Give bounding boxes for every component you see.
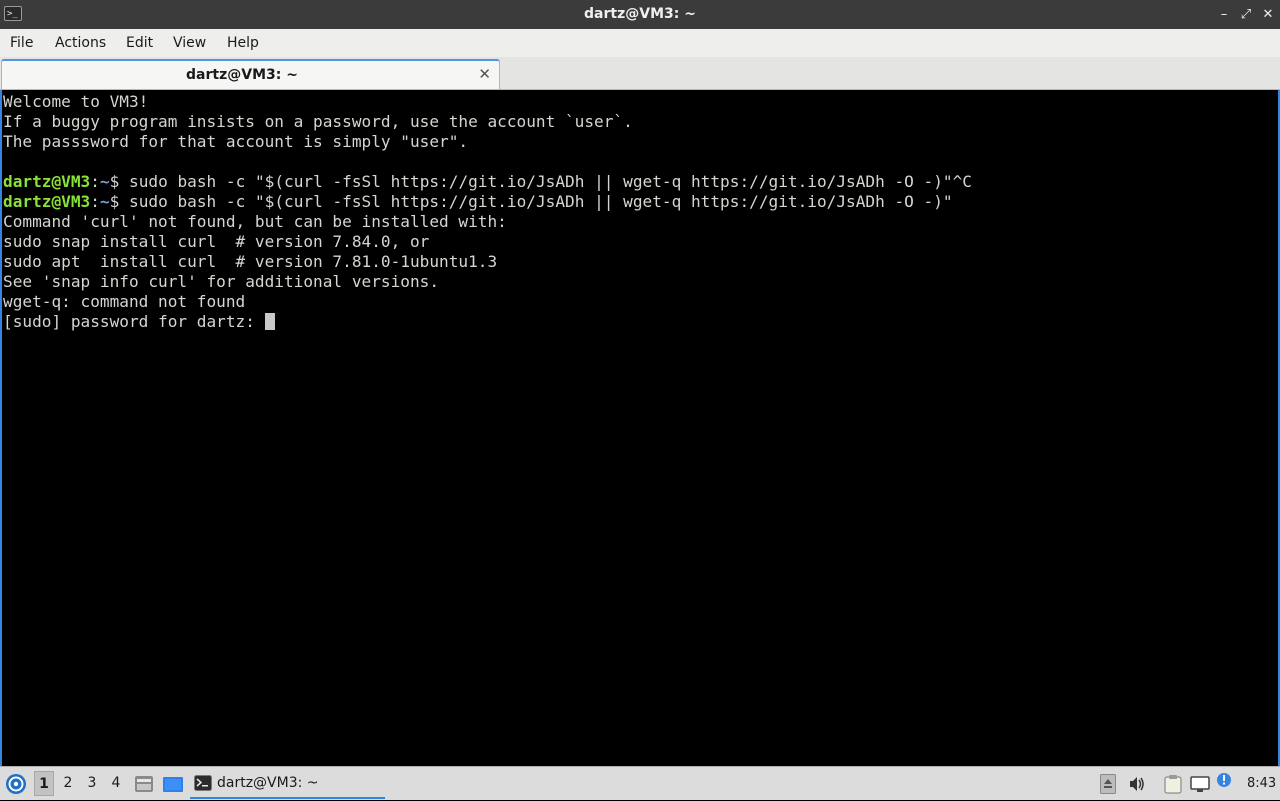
tab-terminal[interactable]: dartz@VM3: ~ ✕ xyxy=(1,59,500,89)
command-text: sudo bash -c "$(curl -fsSl https://git.i… xyxy=(129,172,972,191)
tab-bar: dartz@VM3: ~ ✕ xyxy=(0,57,1280,90)
clipboard-icon[interactable] xyxy=(1163,774,1183,794)
workspace-4[interactable]: 4 xyxy=(106,771,126,796)
taskbar: 1 2 3 4 dartz@VM3: ~ 8:43 xyxy=(0,766,1280,800)
prompt-path: ~ xyxy=(99,172,110,191)
terminal-line: dartz@VM3:~$ sudo bash -c "$(curl -fsSl … xyxy=(3,172,1278,192)
close-window-button[interactable]: ✕ xyxy=(1258,0,1278,29)
menu-edit[interactable]: Edit xyxy=(126,29,153,57)
prompt-sigil: $ xyxy=(109,172,130,191)
terminal-output[interactable]: Welcome to VM3! If a buggy program insist… xyxy=(0,90,1280,766)
prompt-user: dartz@VM3 xyxy=(3,192,91,211)
menu-bar: File Actions Edit View Help xyxy=(0,29,1280,57)
output-text: sudo apt install curl # version 7.81.0-1… xyxy=(3,252,498,271)
minimize-button[interactable]: – xyxy=(1214,0,1234,29)
menu-file[interactable]: File xyxy=(10,29,33,57)
menu-actions[interactable]: Actions xyxy=(55,29,106,57)
tab-label: dartz@VM3: ~ xyxy=(186,67,298,83)
terminal-line: Command 'curl' not found, but can be ins… xyxy=(3,212,1278,232)
menu-view[interactable]: View xyxy=(173,29,206,57)
terminal-line: dartz@VM3:~$ sudo bash -c "$(curl -fsSl … xyxy=(3,192,1278,212)
update-notifier-icon[interactable] xyxy=(1216,772,1232,788)
task-terminal[interactable]: dartz@VM3: ~ xyxy=(190,769,385,799)
output-text: Welcome to VM3! xyxy=(3,92,149,111)
workspace-2[interactable]: 2 xyxy=(58,771,78,796)
window-title: dartz@VM3: ~ xyxy=(584,6,696,22)
terminal-line: sudo snap install curl # version 7.84.0,… xyxy=(3,232,1278,252)
terminal-line: See 'snap info curl' for additional vers… xyxy=(3,272,1278,292)
maximize-button[interactable]: ⤢ xyxy=(1236,0,1256,29)
terminal-line: sudo apt install curl # version 7.81.0-1… xyxy=(3,252,1278,272)
network-icon[interactable] xyxy=(1190,774,1210,794)
terminal-line: If a buggy program insists on a password… xyxy=(3,112,1278,132)
command-text: sudo bash -c "$(curl -fsSl https://git.i… xyxy=(129,192,953,211)
volume-icon[interactable] xyxy=(1128,774,1146,794)
prompt-path: ~ xyxy=(99,192,110,211)
menu-help[interactable]: Help xyxy=(227,29,259,57)
output-text: The passsword for that account is simply… xyxy=(3,132,469,151)
text-cursor xyxy=(264,313,275,330)
file-manager-icon[interactable] xyxy=(134,775,154,793)
clock[interactable]: 8:43 xyxy=(1247,767,1276,801)
tab-close-icon[interactable]: ✕ xyxy=(478,61,491,87)
prompt-sigil: $ xyxy=(109,192,130,211)
output-text: See 'snap info curl' for additional vers… xyxy=(3,272,440,291)
workspace-3[interactable]: 3 xyxy=(82,771,102,796)
prompt-separator: : xyxy=(90,192,100,211)
lubuntu-start-icon[interactable] xyxy=(5,773,27,795)
output-text: Command 'curl' not found, but can be ins… xyxy=(3,212,507,231)
output-text: [sudo] password for dartz: xyxy=(3,312,265,331)
prompt-separator: : xyxy=(90,172,100,191)
terminal-line: The passsword for that account is simply… xyxy=(3,132,1278,152)
output-text: sudo snap install curl # version 7.84.0,… xyxy=(3,232,430,251)
terminal-line: wget-q: command not found xyxy=(3,292,1278,312)
output-text: If a buggy program insists on a password… xyxy=(3,112,633,131)
window-titlebar: >_ dartz@VM3: ~ – ⤢ ✕ xyxy=(0,0,1280,29)
terminal-line: Welcome to VM3! xyxy=(3,92,1278,112)
output-text: wget-q: command not found xyxy=(3,292,246,311)
prompt-user: dartz@VM3 xyxy=(3,172,91,191)
workspace-1[interactable]: 1 xyxy=(34,771,54,796)
terminal-line: [sudo] password for dartz: xyxy=(3,312,1278,332)
task-terminal-label: dartz@VM3: ~ xyxy=(217,775,319,791)
eject-icon[interactable] xyxy=(1100,774,1116,794)
terminal-icon xyxy=(194,775,212,791)
show-desktop-icon[interactable] xyxy=(162,776,184,793)
